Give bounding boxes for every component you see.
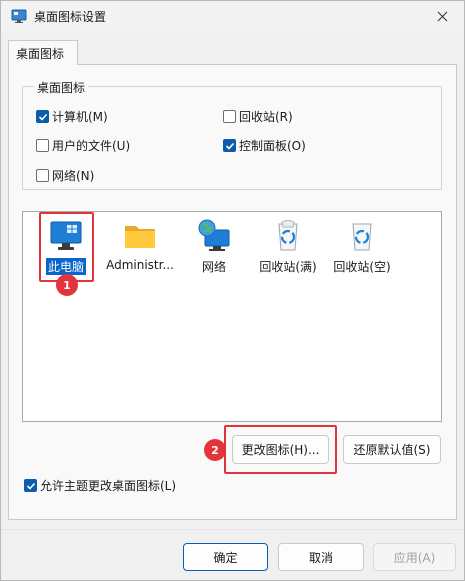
icon-item-recycle-bin-full[interactable]: 回收站(满): [251, 214, 325, 280]
title-bar: 桌面图标设置: [1, 1, 464, 31]
close-icon: [437, 11, 447, 21]
groupbox-title: 桌面图标: [34, 79, 89, 96]
icon-item-label: 网络: [201, 260, 226, 274]
change-icon-button[interactable]: 更改图标(H)...: [232, 435, 329, 464]
checkbox-checked-icon: [24, 479, 37, 492]
cancel-button[interactable]: 取消: [278, 543, 364, 571]
desktop-settings-icon: [11, 9, 27, 23]
checkbox-label: 计算机(M): [52, 110, 108, 124]
icon-item-label: 回收站(满): [259, 260, 317, 274]
icon-item-network[interactable]: 网络: [177, 214, 251, 280]
annotation-badge-1: 1: [56, 274, 78, 296]
annotation-badge-2: 2: [204, 439, 226, 461]
checkbox-label: 允许主题更改桌面图标(L): [40, 479, 177, 493]
checkbox-label: 网络(N): [52, 169, 95, 183]
checkbox-computer[interactable]: 计算机(M): [36, 108, 108, 125]
checkbox-checked-icon: [36, 110, 49, 123]
icon-item-label: 回收站(空): [333, 260, 391, 274]
recycle-bin-empty-icon: [352, 223, 372, 251]
checkbox-label: 用户的文件(U): [52, 139, 131, 153]
checkbox-unchecked-icon: [36, 139, 49, 152]
network-icon: [198, 219, 230, 251]
checkbox-allow-themes[interactable]: 允许主题更改桌面图标(L): [24, 477, 176, 494]
ok-button[interactable]: 确定: [183, 543, 268, 571]
annotation-highlight-1: [39, 212, 94, 282]
folder-icon: [125, 226, 155, 248]
checkbox-unchecked-icon: [36, 169, 49, 182]
apply-button[interactable]: 应用(A): [373, 543, 456, 571]
recycle-bin-full-icon: [278, 220, 298, 251]
icon-item-label: Administr...: [106, 258, 174, 272]
checkbox-network[interactable]: 网络(N): [36, 167, 94, 184]
checkbox-user-files[interactable]: 用户的文件(U): [36, 137, 130, 154]
checkbox-label: 回收站(R): [239, 110, 293, 124]
tab-desktop-icons[interactable]: 桌面图标: [8, 40, 78, 65]
icon-item-recycle-bin-empty[interactable]: 回收站(空): [325, 214, 399, 280]
close-button[interactable]: [420, 1, 464, 31]
footer-separator: [1, 529, 464, 530]
icon-item-administrator[interactable]: Administr...: [103, 214, 177, 280]
checkbox-label: 控制面板(O): [239, 139, 306, 153]
checkbox-recycle-bin[interactable]: 回收站(R): [223, 108, 293, 125]
checkbox-control-panel[interactable]: 控制面板(O): [223, 137, 306, 154]
restore-default-button[interactable]: 还原默认值(S): [343, 435, 441, 464]
checkbox-unchecked-icon: [223, 110, 236, 123]
window-title: 桌面图标设置: [34, 10, 107, 24]
checkbox-checked-icon: [223, 139, 236, 152]
dialog-window: 桌面图标设置 桌面图标 桌面图标 计算机(M) 回收站(R) 用户的文件(U) …: [0, 0, 465, 581]
